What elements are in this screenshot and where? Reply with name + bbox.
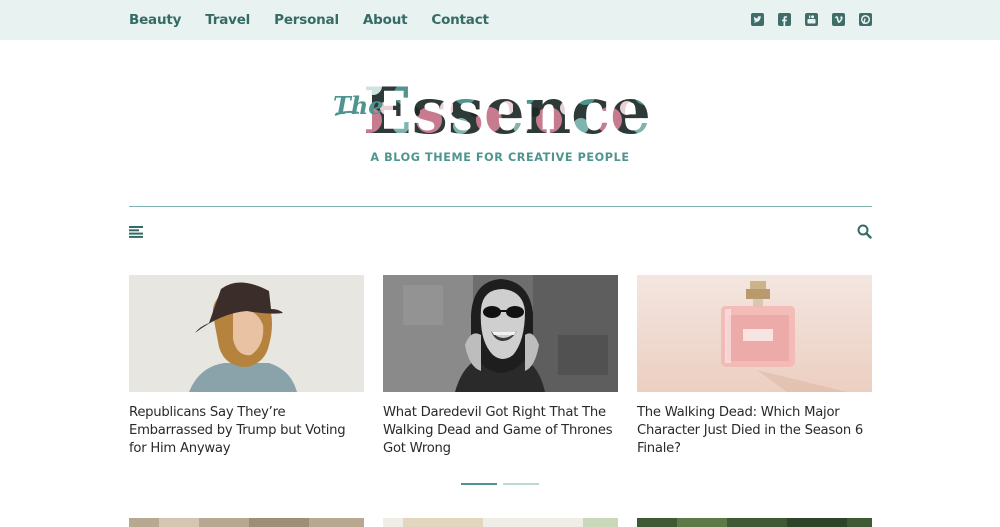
vimeo-icon[interactable] [832,13,845,26]
nav-item-travel[interactable]: Travel [205,12,250,28]
hamburger-menu-icon[interactable] [129,225,143,238]
post-thumbnail-perfume[interactable] [637,275,872,392]
post-title[interactable]: The Walking Dead: Which Major Character … [637,404,872,459]
pager-dot-active[interactable] [461,483,497,485]
post-title[interactable]: What Daredevil Got Right That The Walkin… [383,404,618,459]
post-card[interactable]: What Daredevil Got Right That The Walkin… [383,275,618,459]
facebook-icon[interactable] [778,13,791,26]
slider-pagination [461,483,539,485]
site-logo[interactable]: Essence The [333,74,667,149]
top-bar: Beauty Travel Personal About Contact [0,0,1000,40]
site-tagline: A BLOG THEME FOR CREATIVE PEOPLE [370,151,630,164]
post-thumbnail-woman-sunglasses[interactable] [383,275,618,392]
header-divider [129,206,872,207]
pager-dot[interactable] [503,483,539,485]
logo-script: The [333,91,384,120]
nav-item-about[interactable]: About [363,12,408,28]
search-icon[interactable] [857,224,872,239]
logo-wordmark: Essence [363,76,651,140]
youtube-icon[interactable] [805,13,818,26]
nav-item-beauty[interactable]: Beauty [129,12,181,28]
post-card[interactable]: Republicans Say They’re Embarrassed by T… [129,275,364,459]
post-thumbnail-row2[interactable] [383,516,618,527]
social-links [751,13,872,26]
post-thumbnail-woman-hat[interactable] [129,275,364,392]
twitter-icon[interactable] [751,13,764,26]
post-thumbnail-row2[interactable] [129,516,364,527]
nav-item-personal[interactable]: Personal [274,12,339,28]
main-navigation: Beauty Travel Personal About Contact [129,0,513,40]
nav-item-contact[interactable]: Contact [431,12,489,28]
post-thumbnail-row2[interactable] [637,516,872,527]
pinterest-icon[interactable] [859,13,872,26]
post-card[interactable]: The Walking Dead: Which Major Character … [637,275,872,459]
post-title[interactable]: Republicans Say They’re Embarrassed by T… [129,404,364,459]
